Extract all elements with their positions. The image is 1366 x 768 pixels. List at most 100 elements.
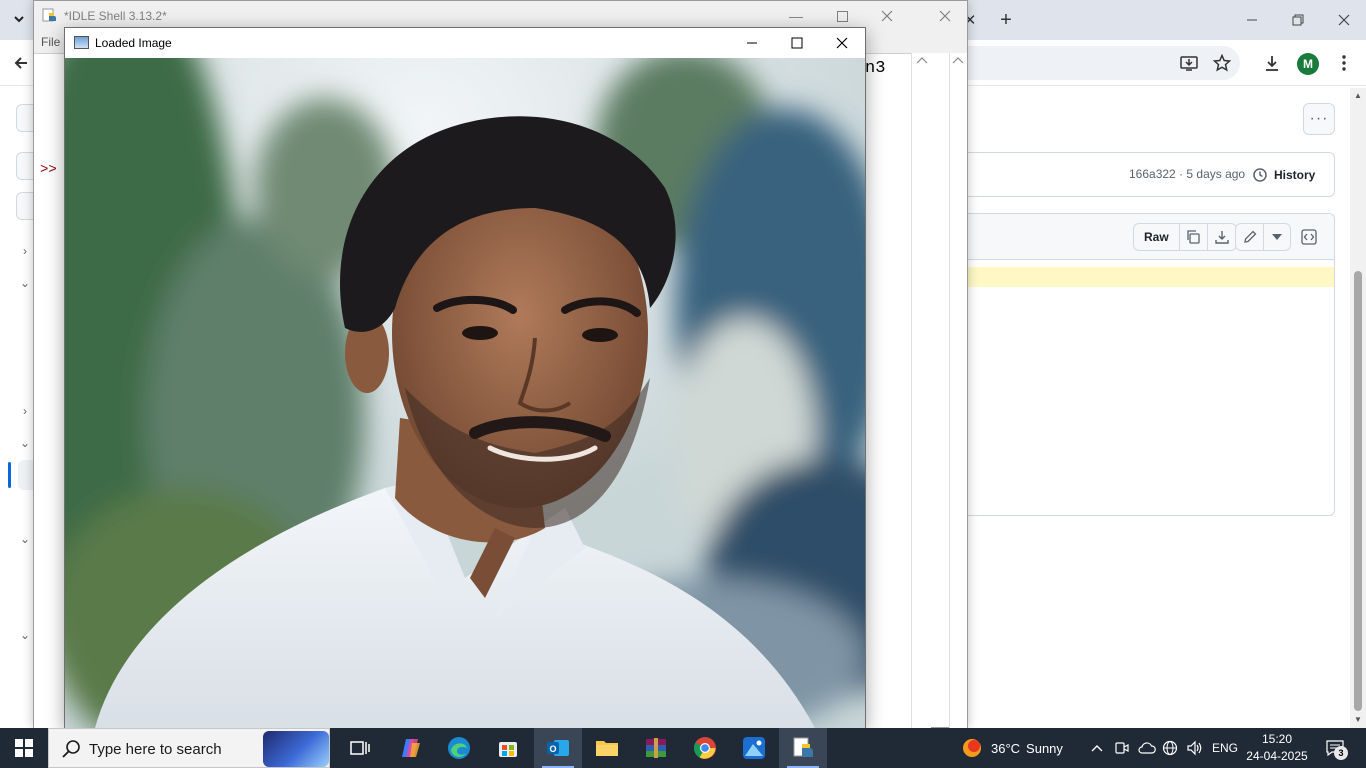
language-indicator[interactable]: ENG [1212,728,1238,768]
browser-menu-button[interactable] [1332,51,1356,75]
clock-time: 15:20 [1261,732,1293,746]
image-window-icon [74,36,89,49]
history-button[interactable]: History [1252,163,1315,187]
chevron-right-icon[interactable]: › [18,404,32,418]
idle-title: *IDLE Shell 3.13.2* [64,9,167,23]
chevron-right-icon[interactable]: › [18,244,32,258]
code-square-icon [1301,229,1317,245]
idle-minimize-button[interactable]: — [778,5,814,27]
symbols-button[interactable] [1301,229,1317,245]
outlook-app[interactable]: O [534,728,582,768]
minimize-icon [747,42,757,44]
weather-temp: 36°C [991,740,1021,756]
camera-icon [1115,742,1129,754]
raw-button[interactable]: Raw [1134,224,1180,250]
copy-raw-button[interactable] [1180,224,1208,250]
idle-maximize-button[interactable] [824,5,860,27]
image-window-title: Loaded Image [95,36,172,50]
chevron-down-icon[interactable]: ⌄ [18,276,32,290]
notification-count: 3 [1334,746,1348,760]
task-view-icon [350,741,370,755]
photos-icon [743,737,765,759]
edit-file-button[interactable] [1236,224,1264,250]
new-tab-button[interactable]: + [994,8,1018,32]
close-icon [1338,14,1350,26]
winrar-app[interactable] [632,728,680,768]
commit-info[interactable]: 166a322 · 5 days ago [1129,167,1245,181]
downloads-button[interactable] [1260,51,1284,75]
pencil-icon [1243,230,1256,243]
idle-scrollbar[interactable] [911,53,931,729]
chevron-down-icon[interactable]: ⌄ [18,436,32,450]
menu-file[interactable]: File [41,35,60,49]
taskbar-search-box[interactable]: Type here to search [48,728,330,768]
caret-down-icon [1272,234,1282,240]
install-icon [1180,56,1198,71]
file-explorer-app[interactable] [583,728,631,768]
edit-options-button[interactable] [1264,224,1290,250]
scroll-up-icon[interactable]: ▲ [1353,90,1363,100]
scroll-up-icon[interactable] [950,55,966,67]
secondary-scrollbar[interactable] [949,53,967,729]
browser-minimize-button[interactable] [1232,6,1272,34]
raw-label: Raw [1144,230,1169,244]
chrome-app[interactable] [681,728,729,768]
onedrive-button[interactable] [1138,728,1156,768]
search-placeholder: Type here to search [89,741,222,758]
history-label: History [1274,168,1316,182]
meet-now-button[interactable] [1114,728,1130,768]
clock-date: 24-04-2025 [1246,749,1308,763]
task-view-button[interactable] [336,728,384,768]
maximize-icon [791,37,803,49]
folder-icon [596,741,618,756]
store-app[interactable] [484,728,532,768]
browser-close-button[interactable] [1324,6,1364,34]
chevron-up-icon [1091,745,1103,752]
banner-text: n3 [865,59,886,78]
copilot-app[interactable] [386,728,434,768]
kebab-menu-icon [1342,55,1346,71]
start-button[interactable] [0,728,48,768]
volume-button[interactable] [1186,728,1204,768]
image-minimize-button[interactable] [729,30,775,56]
back-button[interactable] [8,50,34,76]
bookmark-star-button[interactable] [1210,51,1234,75]
more-options-button[interactable]: ··· [1303,103,1335,135]
globe-icon [1162,740,1178,756]
network-button[interactable] [1162,728,1178,768]
python-icon [42,8,56,22]
install-app-button[interactable] [1177,51,1201,75]
scroll-up-icon[interactable] [913,55,931,67]
tab-search-button[interactable] [6,6,32,32]
show-hidden-icons-button[interactable] [1090,728,1104,768]
chevron-down-icon[interactable]: ⌄ [18,532,32,546]
notification-center-button[interactable]: 3 [1322,736,1348,760]
image-title-bar[interactable]: Loaded Image [65,28,865,58]
highlighted-line [940,267,1334,287]
idle-close-button[interactable] [869,5,905,27]
image-maximize-button[interactable] [774,30,820,56]
chevron-down-icon[interactable]: ⌄ [18,628,32,642]
arrow-left-icon [14,57,27,69]
download-raw-button[interactable] [1208,224,1236,250]
search-highlight-art[interactable] [263,731,329,767]
browser-restore-button[interactable] [1278,6,1318,34]
page-scrollbar[interactable]: ▲ ▼ [1350,88,1366,728]
file-header: Raw [940,214,1334,260]
scroll-down-icon[interactable]: ▼ [1353,714,1363,724]
image-close-button[interactable] [819,30,865,56]
portrait-image [65,58,865,728]
edge-icon [448,737,470,759]
scroll-thumb[interactable] [1354,271,1362,711]
edge-app[interactable] [435,728,483,768]
sidebar-active-indicator [8,462,11,488]
weather-widget[interactable]: 36°C Sunny [960,728,1063,768]
download-icon [1214,231,1229,244]
python-app[interactable] [779,728,827,768]
clock[interactable]: 15:20 24-04-2025 [1244,731,1310,765]
copy-icon [1187,230,1200,244]
language-label: ENG [1212,741,1239,755]
outer-close-button[interactable] [927,5,963,27]
profile-avatar[interactable]: M [1297,53,1319,75]
photos-app[interactable] [730,728,778,768]
